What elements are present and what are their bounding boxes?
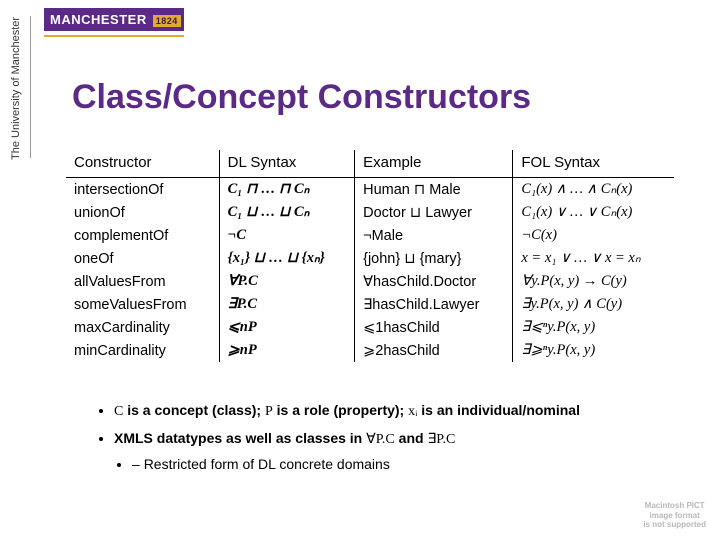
cell-example: ∃hasChild.Lawyer [355, 293, 513, 316]
col-dl: DL Syntax [219, 150, 354, 178]
slide-title: Class/Concept Constructors [72, 78, 531, 117]
note-text: is an individual/nominal [417, 402, 580, 418]
col-constructor: Constructor [66, 150, 219, 178]
cell-dl: C₁ ⊔ … ⊔ Cₙ [219, 201, 354, 224]
note-text: is a role (property); [273, 402, 408, 418]
cell-dl: ∀P.C [219, 270, 354, 293]
table-header-row: Constructor DL Syntax Example FOL Syntax [66, 150, 674, 178]
table-row: complementOf¬C¬Male¬C(x) [66, 224, 674, 247]
logo-text: MANCHESTER [50, 12, 147, 27]
cell-fol: ∃⩽ⁿy.P(x, y) [513, 316, 674, 339]
col-example: Example [355, 150, 513, 178]
pict-line: is not supported [643, 520, 706, 530]
cell-constructor: unionOf [66, 201, 219, 224]
cell-fol: ¬C(x) [513, 224, 674, 247]
cell-dl: {x₁} ⊔ … ⊔ {xₙ} [219, 247, 354, 270]
cell-example: ∀hasChild.Doctor [355, 270, 513, 293]
cell-dl: ⩽nP [219, 316, 354, 339]
table-row: oneOf{x₁} ⊔ … ⊔ {xₙ}{john} ⊔ {mary}x = x… [66, 247, 674, 270]
table-row: intersectionOfC₁ ⊓ … ⊓ CₙHuman ⊓ MaleC₁(… [66, 178, 674, 202]
cell-dl: ⩾nP [219, 339, 354, 362]
cell-dl: C₁ ⊓ … ⊓ Cₙ [219, 178, 354, 202]
cell-constructor: oneOf [66, 247, 219, 270]
cell-fol: C₁(x) ∨ … ∨ Cₙ(x) [513, 201, 674, 224]
cell-dl: ∃P.C [219, 293, 354, 316]
note-text: is a concept (class); [123, 402, 265, 418]
pict-warning: Macintosh PICT image format is not suppo… [643, 501, 706, 530]
cell-constructor: someValuesFrom [66, 293, 219, 316]
cell-example: Human ⊓ Male [355, 178, 513, 202]
pict-line: Macintosh PICT [643, 501, 706, 511]
note-text: xᵢ [408, 404, 417, 419]
col-fol: FOL Syntax [513, 150, 674, 178]
table-row: maxCardinality⩽nP⩽1hasChild∃⩽ⁿy.P(x, y) [66, 316, 674, 339]
note-subitem: Restricted form of DL concrete domains [132, 452, 686, 477]
cell-constructor: allValuesFrom [66, 270, 219, 293]
table-row: someValuesFrom∃P.C∃hasChild.Lawyer∃y.P(x… [66, 293, 674, 316]
logo-underline [44, 35, 184, 37]
notes-list: C is a concept (class); P is a role (pro… [96, 398, 686, 480]
university-logo: MANCHESTER 1824 [44, 8, 184, 37]
cell-example: ⩽1hasChild [355, 316, 513, 339]
note-text: C [114, 404, 123, 419]
note-item: C is a concept (class); P is a role (pro… [114, 398, 686, 424]
cell-example: {john} ⊔ {mary} [355, 247, 513, 270]
table-row: minCardinality⩾nP⩾2hasChild∃⩾ⁿy.P(x, y) [66, 339, 674, 362]
constructors-table: Constructor DL Syntax Example FOL Syntax… [66, 150, 674, 362]
cell-fol: x = x₁ ∨ … ∨ x = xₙ [513, 247, 674, 270]
table-row: unionOfC₁ ⊔ … ⊔ CₙDoctor ⊔ LawyerC₁(x) ∨… [66, 201, 674, 224]
logo-year: 1824 [153, 15, 181, 27]
note-text: P [265, 404, 273, 419]
cell-example: Doctor ⊔ Lawyer [355, 201, 513, 224]
sidebar-divider [30, 16, 31, 158]
cell-fol: C₁(x) ∧ … ∧ Cₙ(x) [513, 178, 674, 202]
cell-example: ⩾2hasChild [355, 339, 513, 362]
cell-constructor: complementOf [66, 224, 219, 247]
note-text: and [395, 430, 428, 446]
cell-fol: ∀y.P(x, y) → C(y) [513, 270, 674, 293]
sidebar-caption: The University of Manchester [10, 17, 22, 160]
note-item: XMLS datatypes as well as classes in ∀P.… [114, 426, 686, 477]
cell-constructor: minCardinality [66, 339, 219, 362]
cell-constructor: intersectionOf [66, 178, 219, 202]
table-row: allValuesFrom∀P.C∀hasChild.Doctor∀y.P(x,… [66, 270, 674, 293]
cell-fol: ∃⩾ⁿy.P(x, y) [513, 339, 674, 362]
cell-fol: ∃y.P(x, y) ∧ C(y) [513, 293, 674, 316]
cell-constructor: maxCardinality [66, 316, 219, 339]
pict-line: image format [643, 511, 706, 521]
note-text: ∃P.C [427, 432, 455, 447]
cell-example: ¬Male [355, 224, 513, 247]
cell-dl: ¬C [219, 224, 354, 247]
note-text: ∀P.C [366, 432, 395, 447]
note-text: XMLS datatypes as well as classes in [114, 430, 366, 446]
